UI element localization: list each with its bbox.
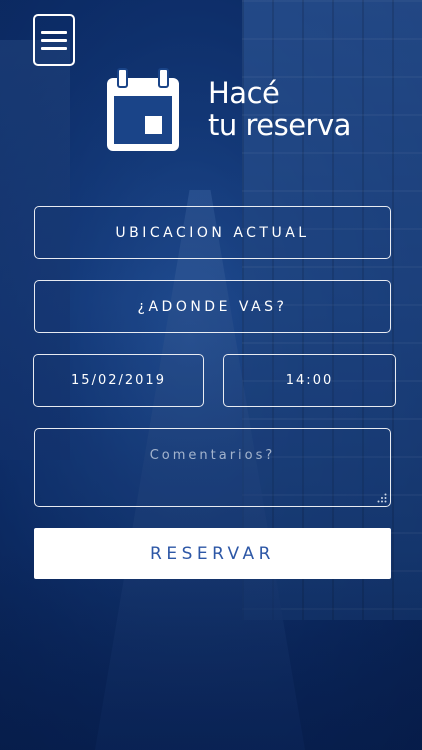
comments-placeholder: Comentarios?: [149, 448, 276, 463]
page-title-line1: Hacé: [208, 76, 280, 110]
page-title-line2: tu reserva: [208, 108, 351, 142]
destination-field[interactable]: ¿ADONDE VAS?: [34, 280, 391, 333]
destination-placeholder: ¿ADONDE VAS?: [137, 298, 288, 315]
page-header: Hacé tu reserva: [104, 68, 351, 154]
date-field[interactable]: 15/02/2019: [33, 354, 204, 407]
time-field[interactable]: 14:00: [223, 354, 396, 407]
resize-handle-icon[interactable]: [377, 493, 387, 503]
reserve-button-label: RESERVAR: [150, 543, 275, 564]
current-location-placeholder: UBICACION ACTUAL: [115, 224, 310, 241]
hamburger-menu-button[interactable]: [33, 14, 75, 66]
hamburger-menu-icon-bar: [41, 46, 67, 50]
current-location-field[interactable]: UBICACION ACTUAL: [34, 206, 391, 259]
hamburger-menu-icon-bar: [41, 30, 67, 34]
hamburger-menu-icon-bar: [41, 38, 67, 42]
page-title: Hacé tu reserva: [208, 77, 351, 141]
calendar-icon: [107, 68, 179, 151]
background-shade: [0, 550, 422, 750]
time-value: 14:00: [285, 373, 334, 388]
date-value: 15/02/2019: [71, 373, 166, 388]
reserve-button[interactable]: RESERVAR: [34, 528, 391, 579]
comments-textarea[interactable]: Comentarios?: [34, 428, 391, 507]
